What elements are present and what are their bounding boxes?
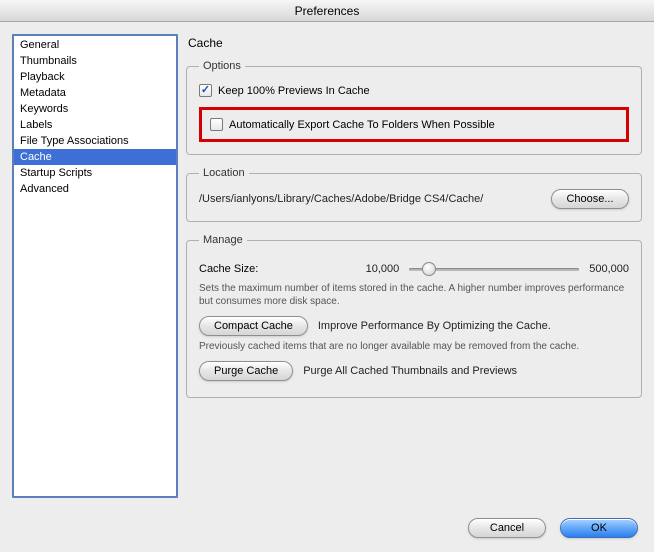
cache-size-max: 500,000 (589, 263, 629, 275)
purge-row: Purge Cache Purge All Cached Thumbnails … (199, 361, 629, 381)
sidebar-item[interactable]: Labels (14, 117, 176, 133)
sidebar-item[interactable]: Advanced (14, 181, 176, 197)
slider-thumb-icon[interactable] (422, 262, 436, 276)
ok-button[interactable]: OK (560, 518, 638, 538)
sidebar-item[interactable]: File Type Associations (14, 133, 176, 149)
checkbox-icon[interactable]: ✓ (199, 84, 212, 97)
main-panel: Cache Options ✓ Keep 100% Previews In Ca… (186, 34, 642, 498)
dialog-footer: Cancel OK (0, 510, 654, 552)
page-title: Cache (188, 36, 642, 50)
sidebar-item[interactable]: Thumbnails (14, 53, 176, 69)
sidebar-item[interactable]: General (14, 37, 176, 53)
purge-desc: Purge All Cached Thumbnails and Previews (303, 365, 517, 377)
sidebar-item[interactable]: Playback (14, 69, 176, 85)
sidebar-item[interactable]: Cache (14, 149, 176, 165)
manage-group: Manage Cache Size: 10,000 500,000 Sets t… (186, 234, 642, 398)
cache-size-slider[interactable] (409, 262, 579, 276)
cache-path: /Users/ianlyons/Library/Caches/Adobe/Bri… (199, 193, 541, 205)
window-body: GeneralThumbnailsPlaybackMetadataKeyword… (0, 22, 654, 510)
cancel-button[interactable]: Cancel (468, 518, 546, 538)
location-legend: Location (199, 167, 249, 179)
choose-button[interactable]: Choose... (551, 189, 629, 209)
checkbox-icon[interactable] (210, 118, 223, 131)
highlight-annotation: Automatically Export Cache To Folders Wh… (199, 107, 629, 142)
cache-size-label: Cache Size: (199, 263, 258, 275)
compact-help: Previously cached items that are no long… (199, 340, 629, 353)
purge-cache-button[interactable]: Purge Cache (199, 361, 293, 381)
cache-size-min: 10,000 (366, 263, 400, 275)
keep-previews-label: Keep 100% Previews In Cache (218, 85, 370, 97)
location-group: Location /Users/ianlyons/Library/Caches/… (186, 167, 642, 222)
options-legend: Options (199, 60, 245, 72)
window-title: Preferences (0, 0, 654, 22)
options-group: Options ✓ Keep 100% Previews In Cache Au… (186, 60, 642, 155)
sidebar: GeneralThumbnailsPlaybackMetadataKeyword… (12, 34, 178, 498)
sidebar-item[interactable]: Keywords (14, 101, 176, 117)
manage-legend: Manage (199, 234, 247, 246)
sidebar-item[interactable]: Metadata (14, 85, 176, 101)
cache-size-help: Sets the maximum number of items stored … (199, 282, 629, 308)
cache-size-row: Cache Size: 10,000 500,000 (199, 262, 629, 276)
auto-export-row[interactable]: Automatically Export Cache To Folders Wh… (210, 118, 618, 131)
compact-cache-button[interactable]: Compact Cache (199, 316, 308, 336)
preferences-window: Preferences GeneralThumbnailsPlaybackMet… (0, 0, 654, 552)
sidebar-item[interactable]: Startup Scripts (14, 165, 176, 181)
auto-export-label: Automatically Export Cache To Folders Wh… (229, 119, 495, 131)
compact-desc: Improve Performance By Optimizing the Ca… (318, 320, 551, 332)
compact-row: Compact Cache Improve Performance By Opt… (199, 316, 629, 336)
keep-previews-row[interactable]: ✓ Keep 100% Previews In Cache (199, 84, 629, 97)
